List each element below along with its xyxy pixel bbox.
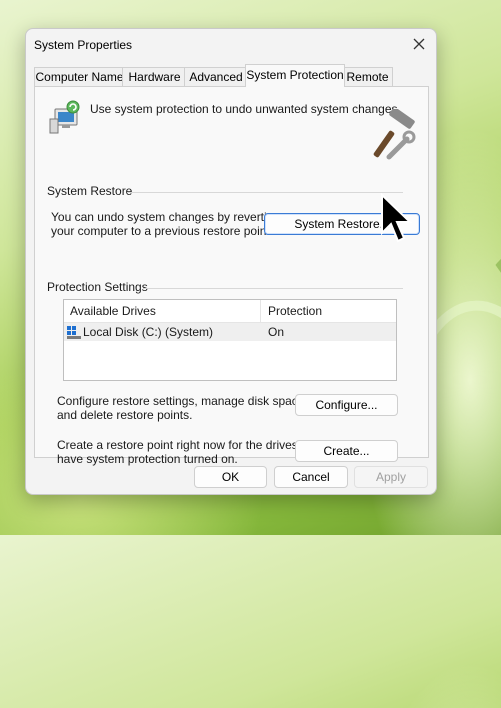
configure-button[interactable]: Configure...	[295, 394, 398, 416]
protection-settings-group-label: Protection Settings	[47, 280, 152, 294]
system-properties-dialog: System Properties Computer Name Hardware…	[25, 28, 437, 495]
hammer-wrench-icon	[373, 109, 416, 160]
drive-name: Local Disk (C:) (System)	[83, 325, 214, 339]
close-icon	[413, 38, 425, 50]
create-description-line1: Create a restore point right now for the…	[57, 438, 322, 452]
window-title: System Properties	[34, 38, 133, 52]
mouse-pointer-icon	[381, 193, 413, 243]
tab-system-protection[interactable]: System Protection	[245, 64, 345, 87]
configure-description-line1: Configure restore settings, manage disk …	[57, 394, 308, 408]
close-button[interactable]	[402, 29, 436, 59]
column-separator	[260, 300, 261, 322]
divider	[127, 192, 403, 193]
create-description-line2: have system protection turned on.	[57, 452, 238, 466]
system-protection-icon	[49, 100, 80, 134]
system-restore-description-line1: You can undo system changes by reverting	[51, 210, 281, 224]
title-bar[interactable]: System Properties	[26, 29, 436, 59]
intro-text: Use system protection to undo unwanted s…	[90, 102, 401, 116]
create-button[interactable]: Create...	[295, 440, 398, 462]
cancel-button[interactable]: Cancel	[274, 466, 348, 488]
tab-remote[interactable]: Remote	[342, 67, 393, 86]
tab-computer-name[interactable]: Computer Name	[34, 67, 125, 86]
configure-description-line2: and delete restore points.	[57, 408, 193, 422]
system-protection-panel: Use system protection to undo unwanted s…	[34, 86, 429, 466]
column-header-available-drives[interactable]: Available Drives	[70, 304, 156, 318]
system-restore-description-line2: your computer to a previous restore poin…	[51, 224, 274, 238]
drive-icon	[67, 326, 81, 339]
apply-button[interactable]: Apply	[354, 466, 428, 488]
ok-button[interactable]: OK	[194, 466, 267, 488]
drives-list[interactable]: Available Drives Protection Local Disk (…	[63, 299, 397, 381]
tab-advanced[interactable]: Advanced	[184, 67, 248, 86]
system-restore-group-label: System Restore	[47, 184, 137, 198]
tab-hardware[interactable]: Hardware	[122, 67, 187, 86]
table-row[interactable]: Local Disk (C:) (System) On	[64, 323, 396, 341]
drive-protection-status: On	[268, 325, 285, 339]
divider	[143, 288, 403, 289]
list-header: Available Drives Protection	[64, 300, 396, 323]
column-header-protection[interactable]: Protection	[268, 304, 322, 318]
